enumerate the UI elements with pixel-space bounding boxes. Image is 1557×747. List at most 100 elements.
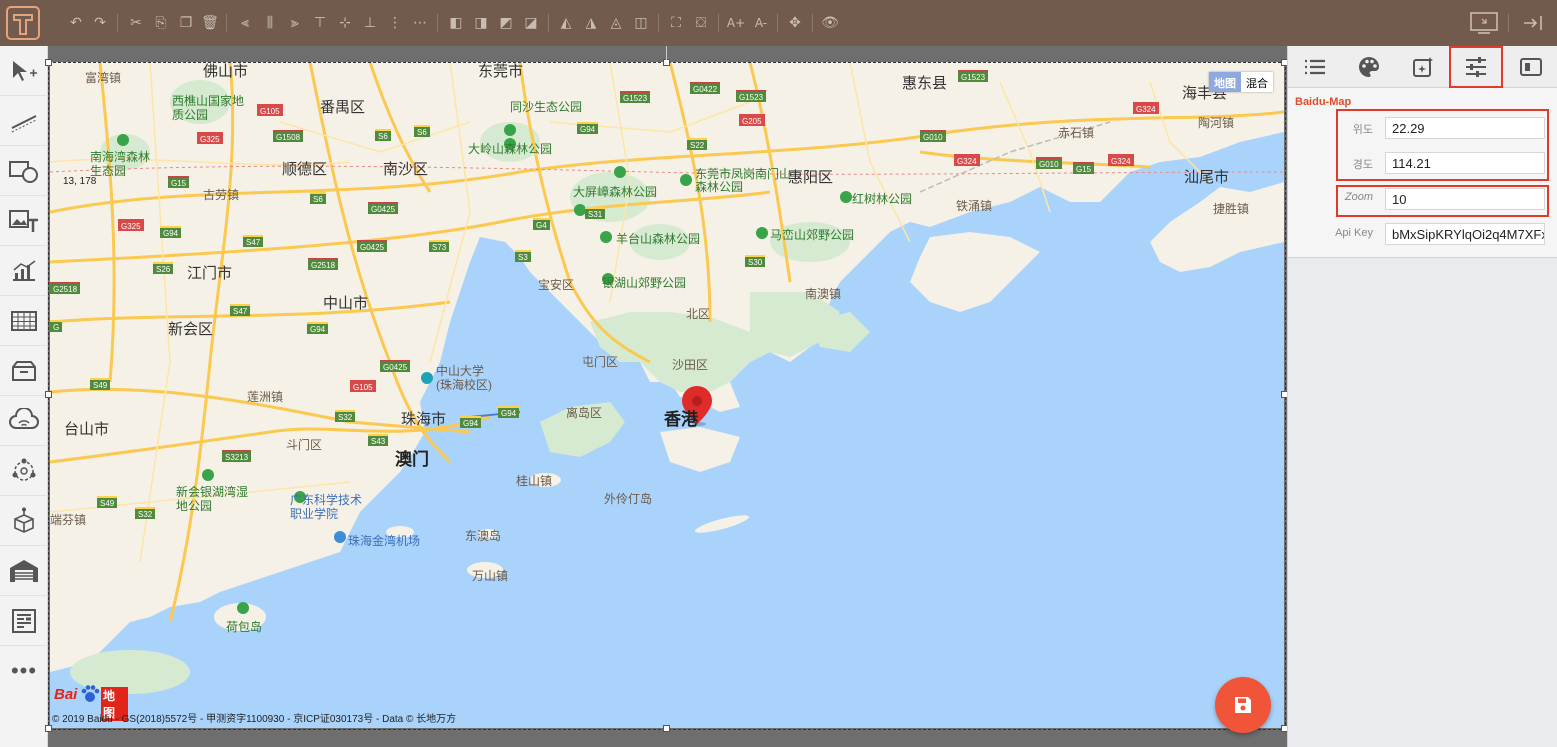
longitude-input[interactable]: 114.21 <box>1385 152 1545 174</box>
image-text-tool-icon[interactable] <box>0 196 48 246</box>
toolbar-divider <box>718 14 719 32</box>
map-label: 珠海金湾机场 <box>348 534 421 548</box>
bring-forward-icon[interactable]: ◩ <box>496 13 516 33</box>
line-tool-icon[interactable] <box>0 96 48 146</box>
save-button[interactable] <box>1215 677 1271 733</box>
flip-v-icon[interactable]: ◮ <box>581 13 601 33</box>
cloud-wifi-tool-icon[interactable] <box>0 396 48 446</box>
baidu-map[interactable]: G105 G325 G1508 S6 S6 G1523 G0422 G1523 … <box>50 62 1284 728</box>
highway-shield: S32 <box>135 507 156 519</box>
highway-shield: G324 <box>1108 154 1134 166</box>
screen-icon[interactable] <box>1469 8 1499 38</box>
font-increase-icon[interactable]: A+ <box>726 13 746 33</box>
shape-tool-icon[interactable] <box>0 146 48 196</box>
map-label: 广东科学技术职业学院 <box>290 493 363 521</box>
pointer-tool-icon[interactable] <box>0 46 48 96</box>
highway-shield: S43 <box>368 434 389 446</box>
map-label: 西樵山国家地质公园 <box>172 94 245 122</box>
flip-h-icon[interactable]: ◭ <box>556 13 576 33</box>
bring-front-icon[interactable]: ◧ <box>446 13 466 33</box>
resize-handle-w[interactable] <box>45 391 52 398</box>
resize-handle-sw[interactable] <box>45 725 52 732</box>
highway-shield: S6 <box>310 192 326 204</box>
map-type-hybrid-button[interactable]: 混合 <box>1241 72 1273 92</box>
distribute-v-icon[interactable]: ⋯ <box>410 13 430 33</box>
map-label: 捷胜镇 <box>1213 202 1250 216</box>
map-label: 大屏嶂森林公园 <box>573 185 658 199</box>
table-tool-icon[interactable] <box>0 296 48 346</box>
delete-icon[interactable]: 🗑 <box>200 13 220 33</box>
send-back-icon[interactable]: ◨ <box>471 13 491 33</box>
map-label: 斗门区 <box>286 438 323 452</box>
chart-tool-icon[interactable] <box>0 246 48 296</box>
highway-shield: S6 <box>375 129 391 141</box>
map-label: 中山市 <box>323 295 369 312</box>
cursor-coordinates: 13, 178 <box>63 176 97 187</box>
baidu-paw-icon <box>81 685 100 702</box>
send-backward-icon[interactable]: ◪ <box>521 13 541 33</box>
ungroup-icon[interactable]: ⛋ <box>691 13 711 33</box>
3d-box-tool-icon[interactable] <box>0 496 48 546</box>
map-label: 新会区 <box>168 321 214 338</box>
latitude-input[interactable]: 22.29 <box>1385 117 1545 139</box>
map-label: 红树林公园 <box>852 192 913 206</box>
map-label: 番禺区 <box>320 99 366 116</box>
form-tool-icon[interactable] <box>0 596 48 646</box>
api-key-input[interactable]: bMxSipKRYlqOi2q4M7XFx0SU <box>1385 223 1545 245</box>
map-label: 珠海市 <box>401 411 447 428</box>
align-middle-icon[interactable]: ⊹ <box>335 13 355 33</box>
font-decrease-icon[interactable]: A- <box>751 13 771 33</box>
cut-icon[interactable]: ✂ <box>126 13 146 33</box>
map-copyright: © 2019 Baidu - GS(2018)5572号 - 甲测资字11009… <box>52 714 457 725</box>
paste-icon[interactable]: ❐ <box>176 13 196 33</box>
tab-panel-toggle[interactable] <box>1504 46 1557 88</box>
container-tool-icon[interactable] <box>0 346 48 396</box>
resize-handle-nw[interactable] <box>45 59 52 66</box>
map-label: 马峦山郊野公园 <box>770 228 855 242</box>
align-center-icon[interactable]: ⫼ <box>260 13 280 33</box>
copy-icon[interactable]: ⎘ <box>151 13 171 33</box>
network-tool-icon[interactable] <box>0 446 48 496</box>
redo-icon[interactable]: ↷ <box>90 13 110 33</box>
rotate-left-icon[interactable]: ◬ <box>606 13 626 33</box>
collapse-panel-icon[interactable] <box>1518 8 1548 38</box>
tab-layers[interactable] <box>1288 46 1342 88</box>
map-label: 佛山市 <box>203 63 249 80</box>
tab-properties[interactable] <box>1449 46 1503 88</box>
left-toolbar: ••• <box>0 46 48 747</box>
toolbar-divider <box>437 14 438 32</box>
tab-effects[interactable] <box>1396 46 1450 88</box>
resize-handle-n[interactable] <box>663 59 670 66</box>
align-bottom-icon[interactable]: ⊥ <box>360 13 380 33</box>
map-label: 羊台山森林公园 <box>616 232 701 246</box>
rotate-right-icon[interactable]: ◫ <box>631 13 651 33</box>
zoom-input[interactable]: 10 <box>1385 188 1545 210</box>
undo-icon[interactable]: ↶ <box>66 13 86 33</box>
highway-shield: S47 <box>243 235 264 247</box>
distribute-h-icon[interactable]: ⋮ <box>385 13 405 33</box>
highway-shield: S26 <box>153 262 174 274</box>
highway-shield: S22 <box>687 138 708 150</box>
warehouse-tool-icon[interactable] <box>0 546 48 596</box>
editor-canvas[interactable]: G105 G325 G1508 S6 S6 G1523 G0422 G1523 … <box>45 46 1288 747</box>
highway-shield: G1523 <box>620 91 651 103</box>
properties-body: Baidu-Map 위도 22.29 경도 114.21 Zoom 10 Api… <box>1288 88 1557 258</box>
align-left-icon[interactable]: ⫷ <box>235 13 255 33</box>
map-label: 同沙生态公园 <box>510 100 583 114</box>
align-top-icon[interactable]: ⊤ <box>310 13 330 33</box>
highway-shield: G1508 <box>273 130 304 142</box>
map-type-normal-button[interactable]: 地图 <box>1209 72 1241 92</box>
move-icon[interactable]: ✥ <box>785 13 805 33</box>
highway-shield: G4 <box>533 218 550 230</box>
map-label: 大岭山森林公园 <box>468 142 553 156</box>
preview-icon[interactable]: 👁 <box>820 13 840 33</box>
tab-style[interactable] <box>1342 46 1396 88</box>
highway-shield: G105 <box>257 104 283 116</box>
group-icon[interactable]: ⛶ <box>666 13 686 33</box>
highway-shield: S31 <box>585 207 606 219</box>
map-label: 莲洲镇 <box>247 390 284 404</box>
highway-shield: G1523 <box>736 90 767 102</box>
align-right-icon[interactable]: ⫸ <box>285 13 305 33</box>
resize-handle-s[interactable] <box>663 725 670 732</box>
more-tools-icon[interactable]: ••• <box>0 646 48 696</box>
